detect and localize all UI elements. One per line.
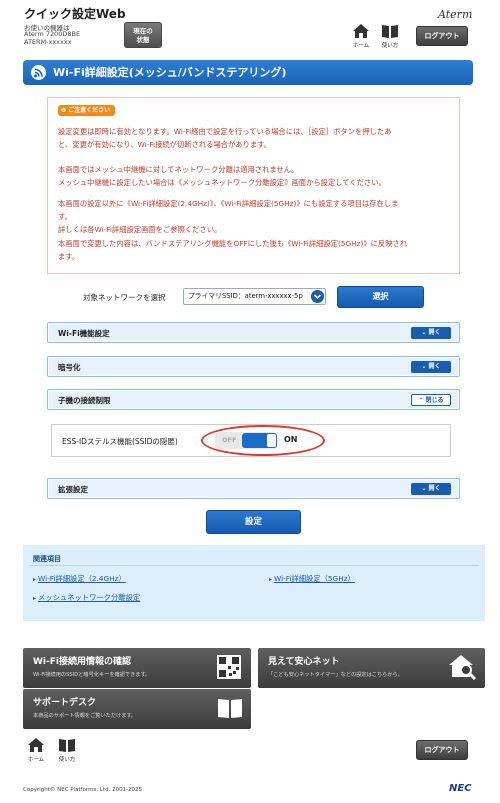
link-wifi-24ghz[interactable]: Wi-Fi詳細設定（2.4GHz）: [33, 574, 126, 584]
home-icon: [28, 738, 44, 752]
tile-anshin-net[interactable]: 見えて安心ネット 「こども安心ネットタイマー」などの設定はこちらから。: [258, 648, 485, 688]
aterm-logo: Aterm: [438, 8, 473, 21]
header: クイック設定Web お使いの機器は Aterm 7200D8BE ATERM-x…: [0, 0, 500, 56]
copyright: Copyright© NEC Platforms, Ltd. 2001-2025: [23, 787, 143, 793]
expand-button[interactable]: ⌄ 開く: [411, 361, 451, 373]
section-advanced[interactable]: 拡張設定 ⌄ 開く: [47, 478, 460, 499]
section-encryption[interactable]: 暗号化 ⌄ 開く: [47, 356, 460, 377]
expand-button[interactable]: ⌄ 開く: [411, 327, 451, 339]
help-link[interactable]: 使い方: [376, 24, 404, 52]
link-mesh-isolation[interactable]: メッシュネットワーク分離設定: [33, 593, 140, 603]
page-title: Wi-Fi詳細設定(メッシュ/バンドステアリング): [23, 60, 473, 85]
footer-logout-button[interactable]: ログアウト: [416, 740, 468, 760]
apply-button[interactable]: 設定: [206, 510, 301, 534]
tile-support-desk[interactable]: サポートデスク 本商品のサポート情報をご覧いただけます。: [23, 689, 251, 729]
caution-text: 本画面ではメッシュ中継機に対してネットワーク分離は適用されません。: [58, 165, 299, 174]
section-wifi-function[interactable]: Wi-Fi機能設定 ⌄ 開く: [47, 322, 460, 343]
chevron-up-icon: ⌃: [418, 397, 426, 404]
related-items: 関連項目 Wi-Fi詳細設定（2.4GHz） Wi-Fi詳細設定（5GHz） メ…: [23, 545, 485, 621]
caution-text: メッシュ中継機に設定したい場合は《メッシュネットワーク分離設定》画面から設定して…: [58, 178, 386, 187]
caution-badge: ❶ ご注意ください: [58, 105, 116, 116]
device-ssid: ATERM-xxxxxx: [24, 38, 72, 46]
current-status-button[interactable]: 現在の 状態: [124, 22, 162, 48]
book-icon: [218, 699, 242, 718]
wifi-icon: [31, 65, 46, 80]
collapse-button[interactable]: ⌃ 閉じる: [411, 394, 451, 406]
book-icon: [382, 25, 398, 38]
home-link[interactable]: ホーム: [347, 24, 375, 52]
expand-button[interactable]: ⌄ 開く: [411, 483, 451, 495]
footer-help-link[interactable]: 使い方: [53, 738, 81, 766]
caution-text: ます。: [58, 252, 80, 261]
caution-text: 詳しくは各Wi-Fi詳細設定画面をご参照ください。: [58, 225, 222, 234]
qr-code-icon: [217, 655, 241, 679]
tile-wifi-info[interactable]: Wi-Fi接続用情報の確認 Wi-Fi接続用のSSIDと暗号化キーを確認できます…: [23, 648, 251, 688]
chevron-down-icon: ⌄: [421, 485, 429, 492]
ess-stealth-label: ESS-IDステルス機能(SSIDの隠匿): [62, 437, 178, 446]
device-model: Aterm 7200D8BE: [24, 30, 81, 38]
chevron-down-icon: ⌄: [421, 329, 429, 336]
select-network-button[interactable]: 選択: [337, 286, 424, 308]
link-wifi-5ghz[interactable]: Wi-Fi詳細設定（5GHz）: [269, 574, 355, 584]
caution-text: と、変更が有効になり、Wi-Fi接続が切断される場合があります。: [58, 140, 272, 149]
highlight-annotation: [201, 425, 325, 456]
caution-text: 本画面の設定以外に《Wi-Fi詳細設定(2.4GHz)》、《Wi-Fi詳細設定(…: [58, 199, 399, 208]
app-title: クイック設定Web: [24, 7, 126, 21]
network-select[interactable]: プライマリSSID：aterm-xxxxxx-5p: [183, 288, 326, 305]
caution-text: 設定変更は即時に有効となります。Wi-Fi経由で設定を行っている場合には、［設定…: [58, 127, 392, 136]
section-client-limit[interactable]: 子機の接続制限 ⌃ 閉じる: [47, 389, 460, 410]
nec-logo: NEC: [449, 783, 472, 794]
book-icon: [59, 739, 75, 752]
caution-box: ❶ ご注意ください 設定変更は即時に有効となります。Wi-Fi経由で設定を行って…: [47, 97, 460, 274]
home-search-icon: [449, 655, 477, 680]
chevron-down-icon: [311, 290, 324, 303]
logout-button[interactable]: ログアウト: [416, 26, 468, 46]
caution-text: 本画面で変更した内容は、バンドステアリング機能をOFFにした後も《Wi-Fi詳細…: [58, 239, 408, 248]
home-icon: [353, 24, 369, 38]
caution-text: す。: [58, 212, 72, 221]
related-title: 関連項目: [33, 555, 61, 563]
chevron-down-icon: ⌄: [421, 363, 429, 370]
network-select-label: 対象ネットワークを選択: [83, 293, 166, 302]
footer-home-link[interactable]: ホーム: [22, 738, 50, 766]
